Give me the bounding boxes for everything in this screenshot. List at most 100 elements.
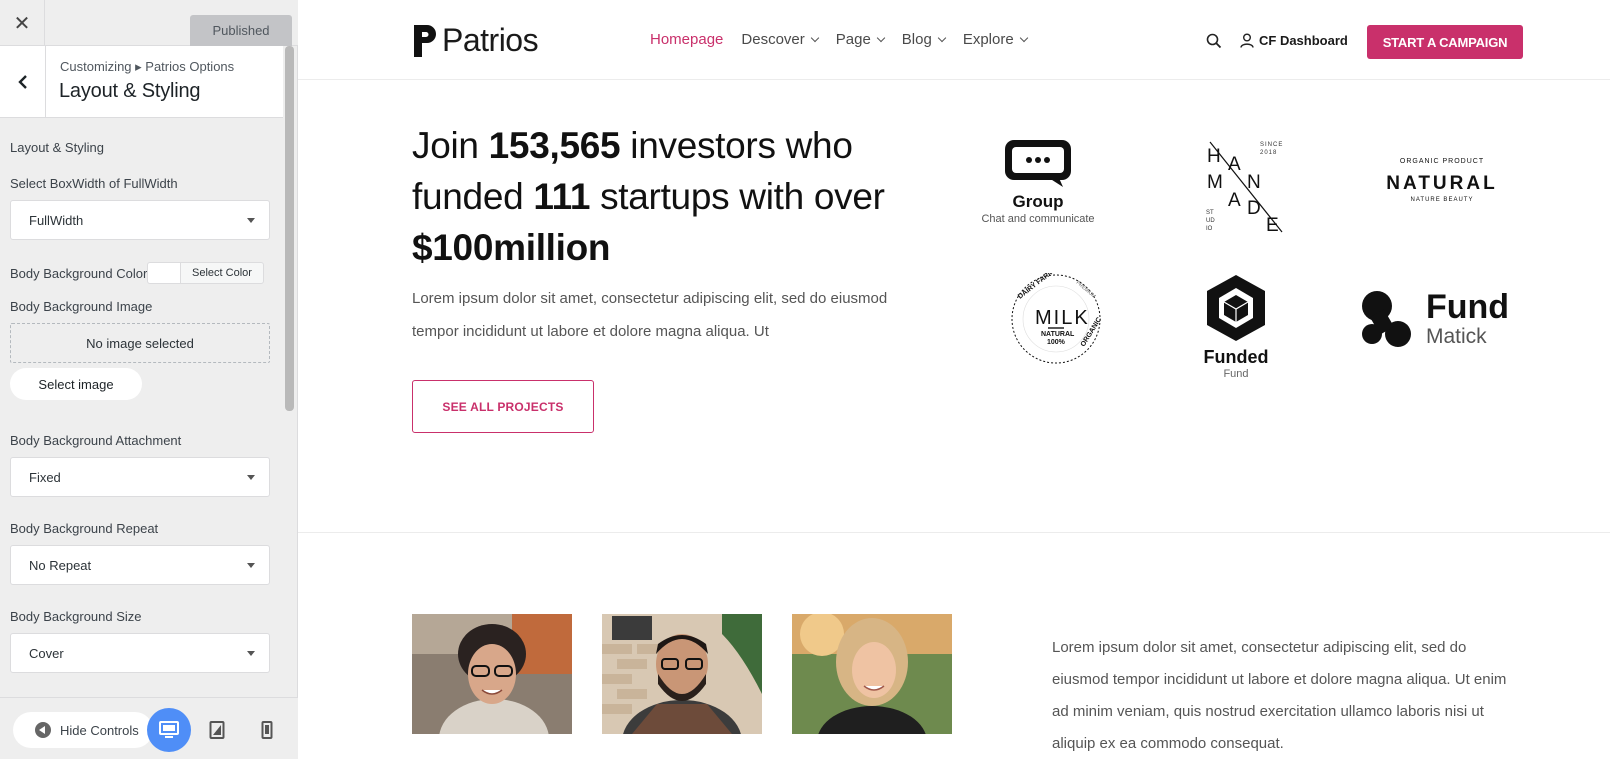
headline-text: Join — [412, 125, 489, 166]
headline-text: startups with over — [590, 176, 885, 217]
caret-down-icon — [247, 651, 255, 656]
close-customizer-button[interactable]: ✕ — [0, 0, 45, 46]
publish-button[interactable]: Published — [190, 15, 292, 46]
brand-name: Funded — [1203, 347, 1269, 367]
see-all-projects-button[interactable]: SEE ALL PROJECTS — [412, 380, 594, 433]
sidebar-scrollbar[interactable] — [285, 46, 294, 411]
nav-item-blog[interactable]: Blog — [901, 31, 947, 48]
brand-milk: DAIRY FARM PREMIUM ORGANIC MILK NATURAL … — [1010, 273, 1102, 365]
svg-text:D: D — [1247, 198, 1261, 219]
hero-headline: Join 153,565 investors who funded 111 st… — [412, 120, 942, 273]
brand-name: Group — [1012, 192, 1064, 211]
svg-text:M: M — [1207, 172, 1223, 193]
svg-text:100%: 100% — [1047, 339, 1066, 346]
customizer-sidebar: ✕ Published Customizing ▸ Patrios Option… — [0, 0, 298, 759]
customizer-footer: Hide Controls — [0, 697, 298, 759]
chevron-down-icon — [876, 33, 886, 43]
bg-attachment-value: Fixed — [29, 469, 61, 485]
brand-funded: Funded Fund — [1193, 273, 1279, 380]
nav-item-explore[interactable]: Explore — [962, 31, 1028, 48]
bg-attachment-select[interactable]: Fixed — [10, 457, 270, 497]
bg-attachment-label: Body Background Attachment — [10, 433, 182, 448]
select-color-button[interactable]: Select Color — [180, 262, 264, 284]
hide-controls-button[interactable]: Hide Controls — [13, 712, 153, 748]
chevron-down-icon — [937, 33, 947, 43]
collapse-icon — [35, 722, 51, 738]
mobile-icon — [261, 721, 273, 739]
svg-text:2018: 2018 — [1260, 150, 1277, 156]
svg-text:SINCE: SINCE — [1260, 142, 1283, 148]
svg-text:NATURAL: NATURAL — [1041, 331, 1075, 338]
brand-top-text: ORGANIC PRODUCT — [1399, 158, 1485, 165]
brand-name: NATURAL — [1386, 173, 1498, 194]
brand-handmade: SINCE 2018 H A M N A D E ST UD IO — [1198, 140, 1288, 235]
no-image-placeholder: No image selected — [10, 323, 270, 363]
color-swatch[interactable] — [147, 262, 181, 284]
box-width-value: FullWidth — [29, 212, 84, 228]
nav-label: Descover — [741, 31, 805, 48]
bg-repeat-select[interactable]: No Repeat — [10, 545, 270, 585]
nav-item-homepage[interactable]: Homepage — [650, 31, 723, 48]
svg-text:ST: ST — [1206, 210, 1214, 216]
preview-tablet-button[interactable] — [195, 708, 239, 752]
nav-item-descover[interactable]: Descover — [741, 31, 819, 48]
breadcrumb: Customizing ▸ Patrios Options — [60, 59, 235, 74]
brand-group: Group Chat and communicate — [968, 138, 1108, 225]
brand-name: Fund — [1426, 288, 1510, 326]
bg-size-label: Body Background Size — [10, 609, 142, 624]
nav-label: Blog — [901, 31, 932, 48]
cf-dashboard-link[interactable]: CF Dashboard — [1240, 33, 1348, 48]
nav-label: Explore — [962, 31, 1014, 48]
funding-amount: $100million — [412, 227, 611, 268]
svg-text:UD: UD — [1206, 218, 1215, 224]
preview-desktop-button[interactable] — [147, 708, 191, 752]
box-width-select[interactable]: FullWidth — [10, 200, 270, 240]
brand-fundmatick: Fund Matick — [1360, 290, 1530, 350]
logo-text: Patrios — [442, 22, 539, 58]
bg-size-select[interactable]: Cover — [10, 633, 270, 673]
patrios-logo-icon — [414, 24, 436, 57]
svg-text:A: A — [1228, 190, 1241, 211]
hide-controls-label: Hide Controls — [60, 722, 139, 738]
brand-text: Fund Matick — [1426, 290, 1509, 350]
brand-tagline: Matick — [1426, 325, 1487, 348]
caret-down-icon — [247, 218, 255, 223]
desktop-icon — [159, 721, 179, 738]
section-header: Customizing ▸ Patrios Options Layout & S… — [0, 46, 283, 118]
select-image-button[interactable]: Select image — [10, 368, 142, 400]
nav-label: Page — [835, 31, 871, 48]
chevron-left-icon — [17, 75, 27, 89]
investor-count: 153,565 — [488, 125, 621, 166]
search-icon[interactable] — [1206, 33, 1222, 54]
bg-image-label: Body Background Image — [10, 299, 153, 314]
site-preview: Patrios Homepage Descover Page Blog Expl… — [298, 0, 1610, 759]
nav-item-page[interactable]: Page — [835, 31, 886, 48]
brand-tagline: Chat and communicate — [981, 213, 1095, 225]
milk-badge-logo: DAIRY FARM PREMIUM ORGANIC MILK NATURAL … — [1011, 273, 1102, 364]
customizer-topbar: ✕ Published — [0, 0, 298, 46]
caret-down-icon — [247, 563, 255, 568]
back-button[interactable] — [0, 46, 46, 118]
site-logo[interactable]: Patrios — [412, 22, 539, 59]
section-title: Layout & Styling — [59, 80, 201, 102]
chevron-down-icon — [810, 33, 819, 43]
tablet-icon — [209, 721, 225, 739]
handmade-logo: SINCE 2018 H A M N A D E ST UD IO — [1206, 141, 1283, 235]
bg-size-value: Cover — [29, 645, 64, 661]
caret-down-icon — [247, 475, 255, 480]
about-paragraph: Lorem ipsum dolor sit amet, consectetur … — [1052, 639, 1507, 752]
brand-tagline: Fund — [1223, 368, 1249, 380]
box-width-label: Select BoxWidth of FullWidth — [10, 176, 178, 191]
start-campaign-button[interactable]: START A CAMPAIGN — [1367, 25, 1523, 59]
svg-text:PREMIUM: PREMIUM — [1075, 280, 1097, 300]
section-divider — [298, 532, 1610, 533]
brand-natural: ORGANIC PRODUCT NATURAL NATURE BEAUTY — [1378, 158, 1506, 203]
startup-count: 111 — [533, 176, 591, 217]
preview-mobile-button[interactable] — [245, 708, 289, 752]
nav-label: Homepage — [650, 31, 724, 48]
bg-repeat-value: No Repeat — [29, 557, 92, 573]
bg-color-label: Body Background Color — [10, 266, 148, 281]
svg-text:N: N — [1247, 172, 1261, 193]
svg-text:E: E — [1266, 215, 1279, 235]
team-photo-2 — [602, 614, 762, 734]
